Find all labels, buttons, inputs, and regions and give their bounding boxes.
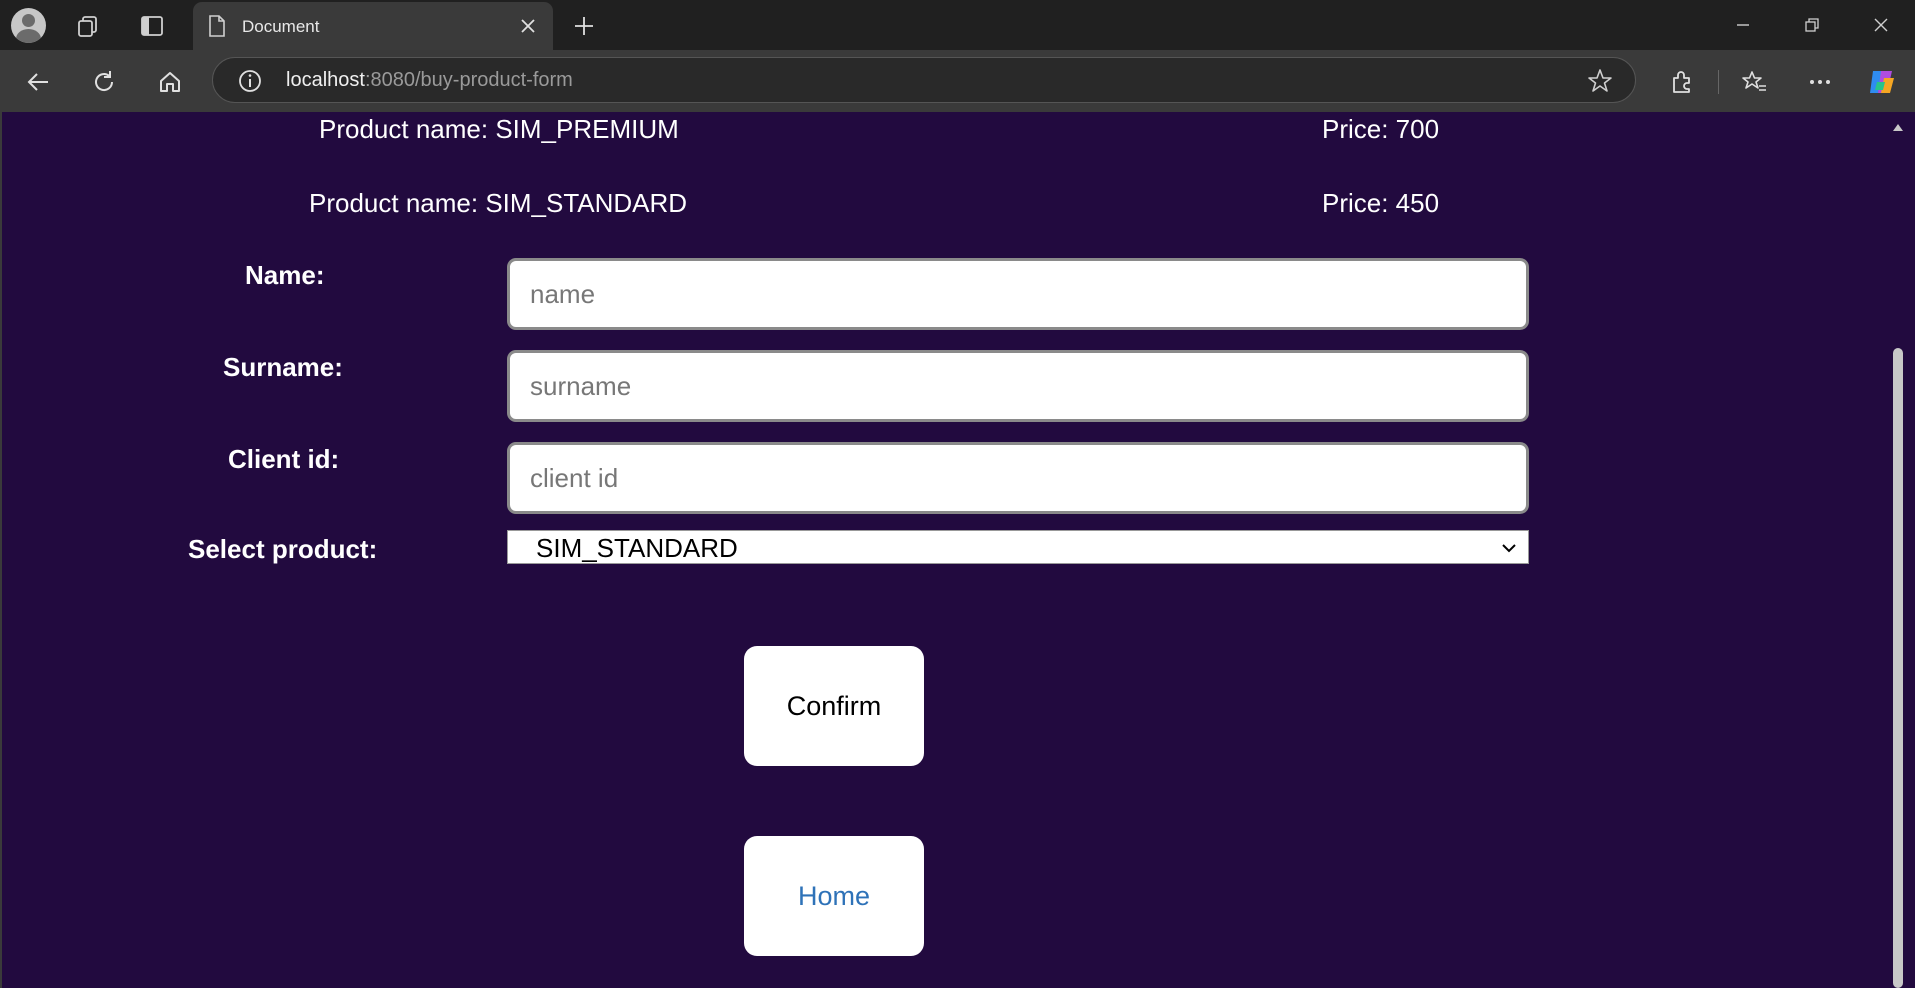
more-options-icon[interactable] [1802, 64, 1838, 100]
url-text[interactable]: localhost:8080/buy-product-form [286, 69, 573, 92]
surname-input[interactable] [507, 350, 1529, 422]
new-tab-icon[interactable] [568, 10, 600, 42]
refresh-icon[interactable] [86, 64, 122, 100]
url-path: :8080/buy-product-form [364, 69, 573, 91]
page-icon [208, 15, 226, 42]
browser-title-bar: Document [0, 0, 1915, 50]
surname-label: Surname: [223, 352, 343, 382]
browser-toolbar: localhost:8080/buy-product-form [0, 50, 1915, 112]
favorite-star-icon[interactable] [1587, 68, 1613, 94]
client-id-label: Client id: [228, 444, 340, 474]
home-icon[interactable] [152, 64, 188, 100]
browser-tab-document[interactable]: Document [193, 2, 553, 50]
copilot-icon[interactable] [1864, 64, 1900, 100]
toolbar-divider [1718, 70, 1719, 94]
product-price-premium: Price: 700 [1322, 114, 1440, 144]
client-id-input[interactable] [507, 442, 1529, 514]
name-label: Name: [245, 260, 325, 290]
address-bar[interactable]: localhost:8080/buy-product-form [212, 57, 1636, 103]
site-info-icon[interactable] [237, 68, 263, 94]
minimize-icon[interactable] [1718, 8, 1768, 42]
profile-avatar-icon[interactable] [11, 8, 46, 43]
product-name-standard: Product name: SIM_STANDARD [309, 188, 688, 218]
workspaces-icon[interactable] [72, 10, 104, 42]
close-tab-icon[interactable] [513, 11, 543, 41]
product-select-value: SIM_STANDARD [536, 533, 738, 563]
name-input[interactable] [507, 258, 1529, 330]
tab-title: Document [242, 17, 320, 36]
product-select[interactable]: SIM_STANDARD [507, 530, 1529, 564]
scroll-up-arrow-icon[interactable] [1891, 120, 1905, 134]
favorites-icon[interactable] [1736, 64, 1772, 100]
confirm-button[interactable]: Confirm [744, 646, 924, 766]
extensions-icon[interactable] [1664, 64, 1700, 100]
back-arrow-icon[interactable] [20, 64, 56, 100]
url-host: localhost [286, 69, 365, 91]
select-product-label: Select product: [188, 534, 378, 564]
tab-actions-icon[interactable] [136, 10, 168, 42]
chevron-down-icon [1500, 539, 1518, 557]
product-price-standard: Price: 450 [1322, 188, 1440, 218]
home-link[interactable]: Home [744, 836, 924, 956]
scrollbar-thumb[interactable] [1893, 348, 1903, 988]
restore-icon[interactable] [1787, 8, 1837, 42]
product-name-premium: Product name: SIM_PREMIUM [319, 114, 679, 144]
close-window-icon[interactable] [1856, 8, 1906, 42]
